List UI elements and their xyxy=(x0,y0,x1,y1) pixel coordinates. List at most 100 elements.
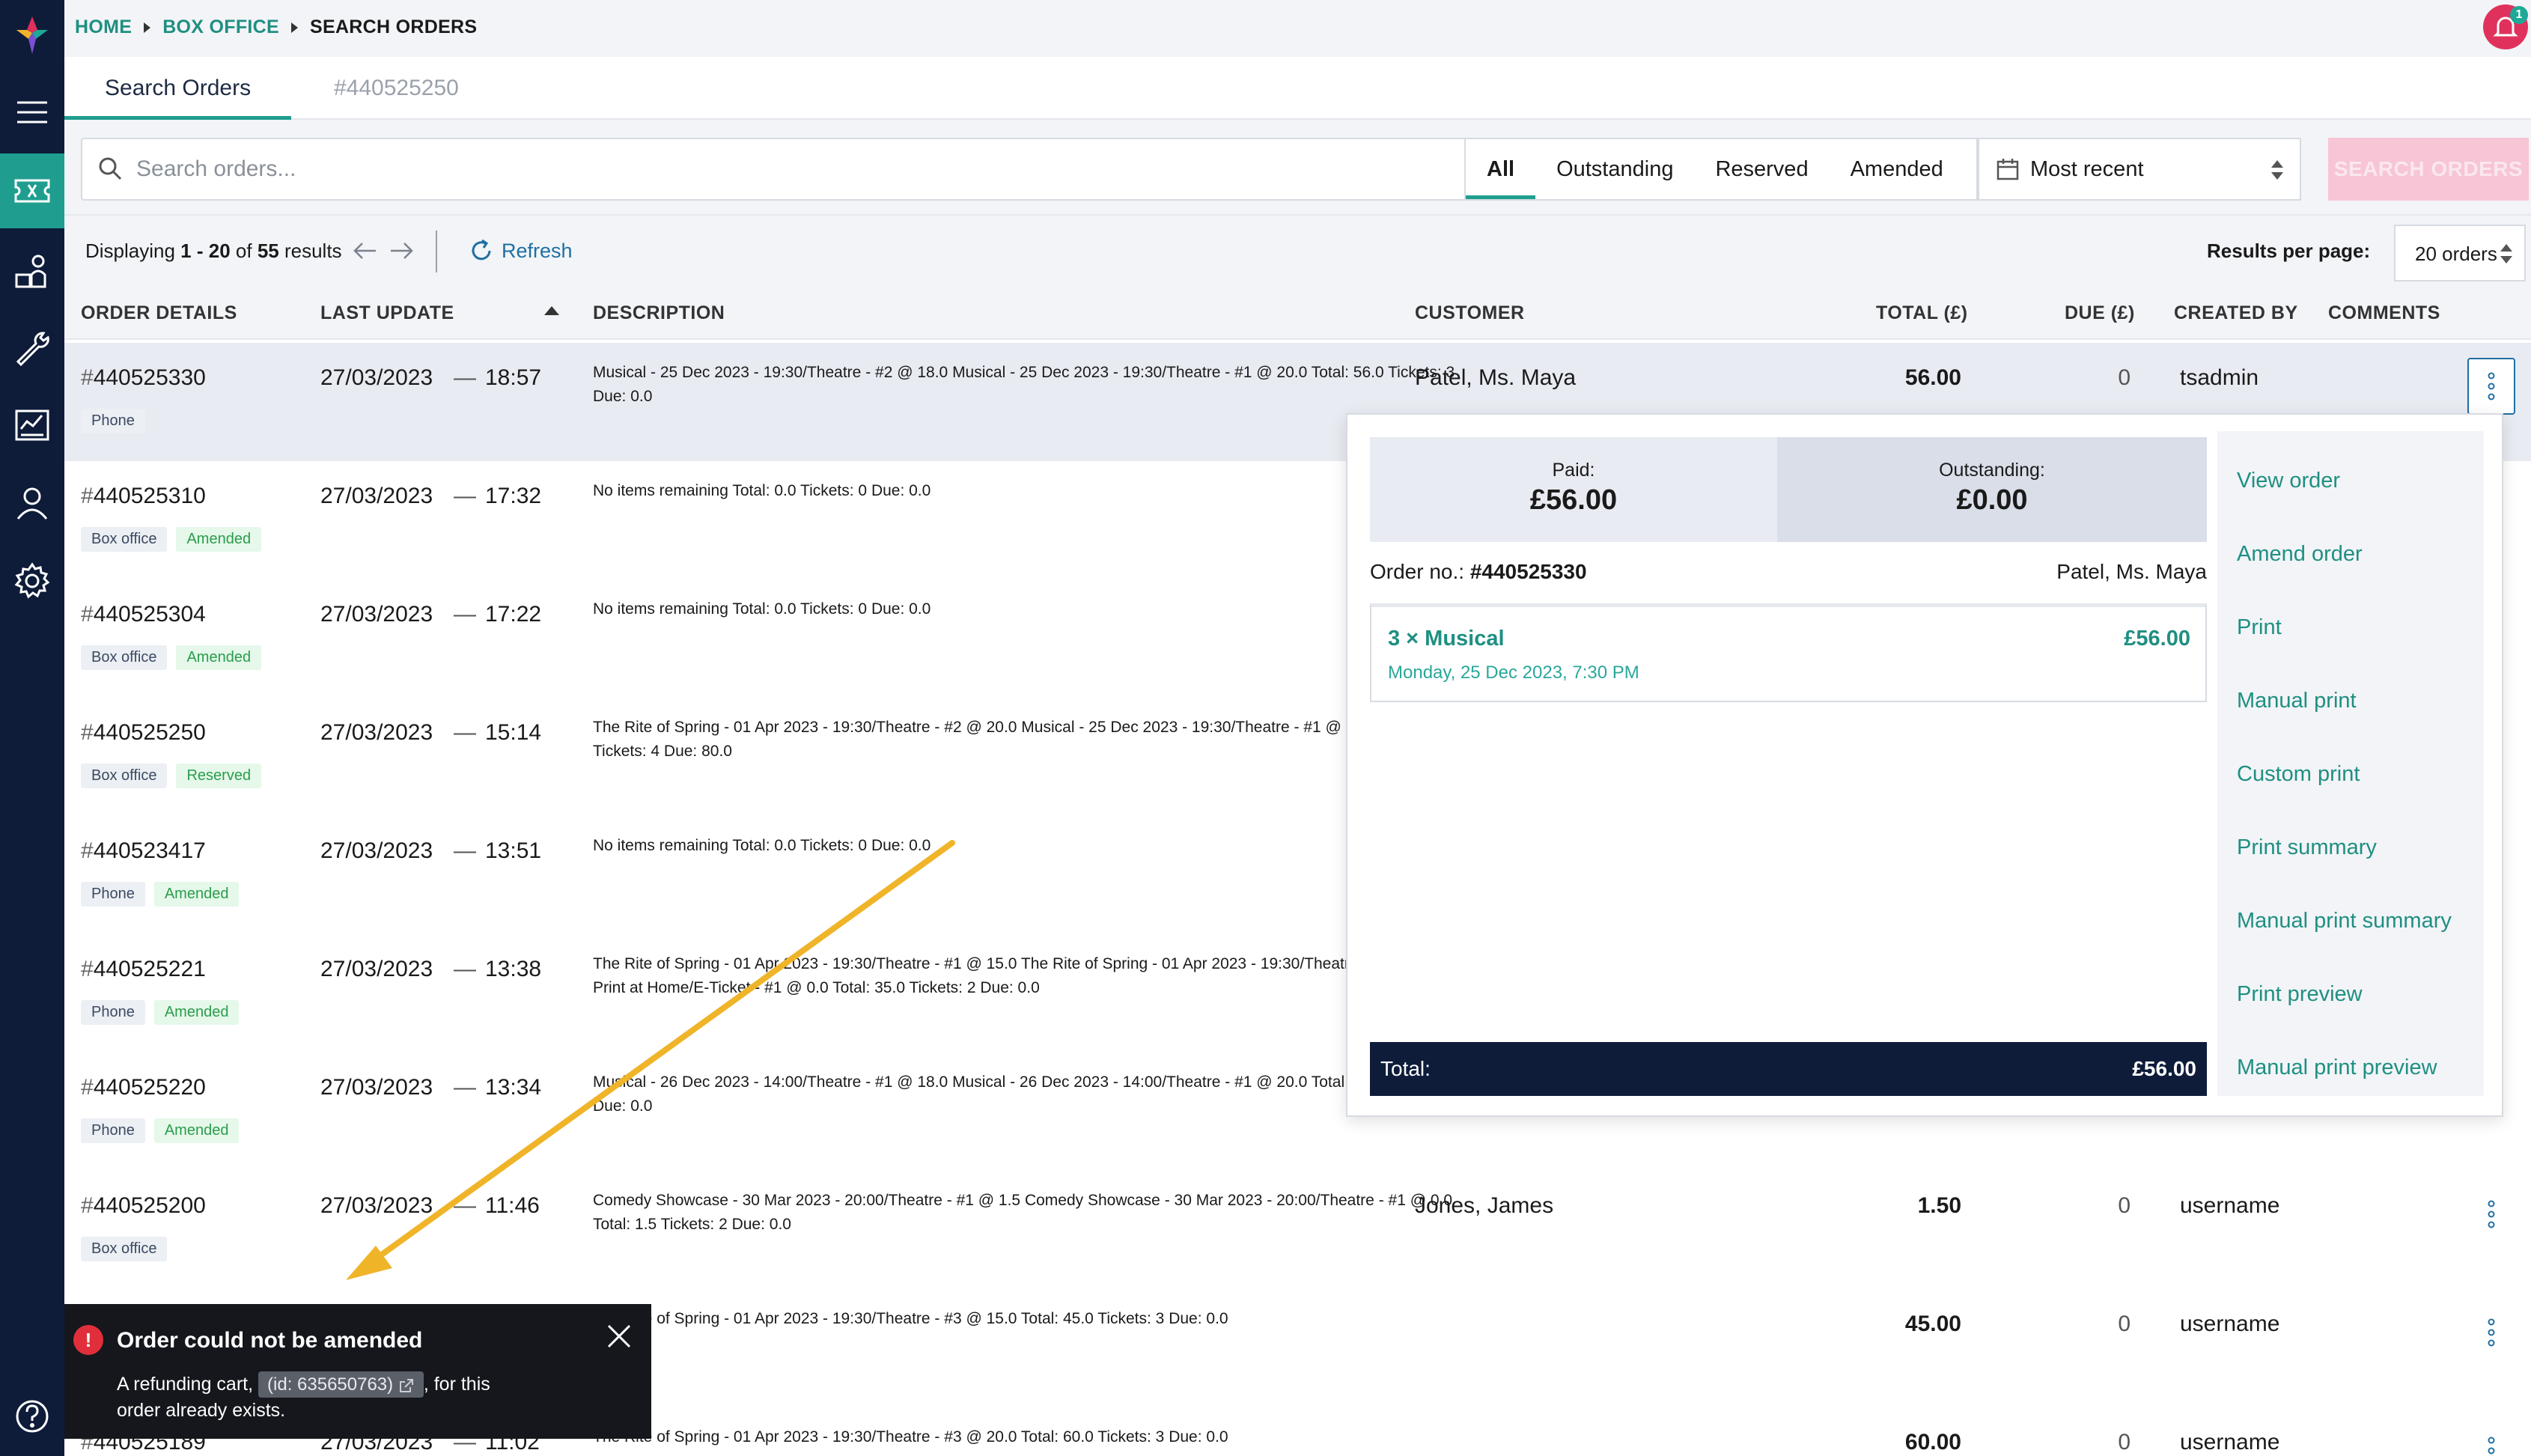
order-due: 0 xyxy=(2118,1312,2131,1336)
order-date: 27/03/2023 xyxy=(320,1075,433,1100)
tab-order-440525250[interactable]: #440525250 xyxy=(293,57,499,120)
select-arrows-icon xyxy=(2271,160,2283,180)
row-actions-kebab-icon[interactable] xyxy=(2467,1304,2515,1361)
outstanding-label: Outstanding: xyxy=(1939,460,2045,481)
order-tags: Phone xyxy=(81,409,145,433)
order-tags: Box office xyxy=(81,1237,168,1261)
action-custom-print[interactable]: Custom print xyxy=(2237,762,2360,787)
action-manual-print-summary[interactable]: Manual print summary xyxy=(2237,909,2452,933)
toast-message: A refunding cart, (id: 635650763) , for … xyxy=(117,1371,536,1424)
order-tags: Box office Amended xyxy=(81,645,262,670)
order-id[interactable]: #440525220 xyxy=(81,1075,206,1100)
item-date: Monday, 25 Dec 2023, 7:30 PM xyxy=(1388,662,1639,683)
next-page-icon[interactable] xyxy=(388,240,415,268)
row-actions-kebab-icon[interactable] xyxy=(2467,358,2515,415)
refresh-button[interactable]: Refresh xyxy=(469,238,573,264)
breadcrumb-box-office[interactable]: BOX OFFICE xyxy=(162,16,279,38)
order-id[interactable]: #440525221 xyxy=(81,957,206,982)
order-id-value: 440525304 xyxy=(93,602,206,627)
column-due[interactable]: DUE (£) xyxy=(2065,302,2135,324)
order-time: 17:22 xyxy=(485,602,542,627)
filter-reserved[interactable]: Reserved xyxy=(1694,139,1829,199)
row-actions-kebab-icon[interactable] xyxy=(2467,1422,2515,1456)
order-date: 27/03/2023 xyxy=(320,720,433,745)
order-id-value: 440525330 xyxy=(93,365,206,390)
column-comments[interactable]: COMMENTS xyxy=(2328,302,2440,324)
action-manual-print-preview[interactable]: Manual print preview xyxy=(2237,1056,2437,1080)
order-time: 13:38 xyxy=(485,957,542,981)
action-print-summary[interactable]: Print summary xyxy=(2237,835,2377,860)
order-created-by: username xyxy=(2180,1430,2280,1455)
order-description: No items remaining Total: 0.0 Tickets: 0… xyxy=(593,837,931,854)
order-description: Musical - 26 Dec 2023 - 14:00/Theatre - … xyxy=(593,1073,1455,1115)
tools-wrench-icon[interactable] xyxy=(0,310,64,385)
results-prefix: Displaying xyxy=(85,240,181,262)
action-print-preview[interactable]: Print preview xyxy=(2237,982,2363,1007)
close-icon[interactable] xyxy=(606,1324,632,1353)
filter-amended[interactable]: Amended xyxy=(1830,139,1964,199)
order-actions-menu: View order Amend order Print Manual prin… xyxy=(2217,431,2484,1096)
results-suffix: results xyxy=(278,240,342,262)
order-due: 0 xyxy=(2118,365,2131,390)
order-created-by: username xyxy=(2180,1312,2280,1336)
reports-icon[interactable] xyxy=(0,388,64,463)
search-orders-button[interactable]: SEARCH ORDERS xyxy=(2328,138,2529,201)
action-amend-order[interactable]: Amend order xyxy=(2237,542,2363,567)
cart-id-link[interactable]: (id: 635650763) xyxy=(258,1371,424,1398)
column-order-details[interactable]: ORDER DETAILS xyxy=(81,302,237,324)
user-icon[interactable] xyxy=(0,466,64,540)
order-tags: Phone Amended xyxy=(81,1000,240,1025)
order-total: 56.00 xyxy=(1904,365,1961,390)
order-customer: Patel, Ms. Maya xyxy=(1415,365,1577,390)
results-per-page-select[interactable]: 20 orders xyxy=(2394,225,2526,281)
column-customer[interactable]: CUSTOMER xyxy=(1415,302,1525,324)
order-id[interactable]: #440523417 xyxy=(81,838,206,864)
order-id[interactable]: #440525200 xyxy=(81,1193,206,1219)
action-manual-print[interactable]: Manual print xyxy=(2237,689,2357,713)
search-input[interactable] xyxy=(136,139,1484,199)
menu-icon[interactable] xyxy=(0,75,64,150)
order-id[interactable]: #440525310 xyxy=(81,484,206,509)
order-time: 13:34 xyxy=(485,1075,542,1100)
order-description: The Rite of Spring - 01 Apr 2023 - 19:30… xyxy=(593,1428,1228,1446)
patrons-icon[interactable] xyxy=(0,234,64,308)
column-created-by[interactable]: CREATED BY xyxy=(2174,302,2298,324)
row-actions-kebab-icon[interactable] xyxy=(2467,1186,2515,1243)
breadcrumb-separator-icon xyxy=(291,22,298,33)
paid-value: £56.00 xyxy=(1529,484,1618,516)
breadcrumb-home[interactable]: HOME xyxy=(75,16,132,38)
order-description: Comedy Showcase - 30 Mar 2023 - 20:00/Th… xyxy=(593,1192,1453,1233)
error-icon: ! xyxy=(73,1325,103,1355)
source-badge: Phone xyxy=(81,1118,145,1143)
previous-page-icon[interactable] xyxy=(352,240,379,268)
order-id[interactable]: #440525330 xyxy=(81,365,206,391)
outstanding-value: £0.00 xyxy=(1956,484,2028,516)
app-logo-icon[interactable] xyxy=(10,13,54,57)
notifications-bell-icon[interactable]: 1 xyxy=(2483,4,2528,49)
action-view-order[interactable]: View order xyxy=(2237,469,2340,493)
column-description[interactable]: DESCRIPTION xyxy=(593,302,725,324)
action-print[interactable]: Print xyxy=(2237,615,2282,640)
table-row[interactable]: #440525200 Box office 27/03/2023 — 11:46 Come… xyxy=(64,1171,2531,1289)
search-box xyxy=(81,138,1529,201)
results-summary: Displaying 1 - 20 of 55 results xyxy=(85,240,342,263)
tab-search-orders[interactable]: Search Orders xyxy=(64,57,292,120)
filter-outstanding[interactable]: Outstanding xyxy=(1535,139,1694,199)
sort-select[interactable]: Most recent xyxy=(1978,138,2301,201)
order-id-value: 440525200 xyxy=(93,1193,206,1218)
help-icon[interactable] xyxy=(0,1379,64,1454)
order-id[interactable]: #440525304 xyxy=(81,602,206,627)
box-office-ticket-icon[interactable] xyxy=(0,153,64,228)
settings-gear-icon[interactable] xyxy=(0,543,64,618)
status-badge: Amended xyxy=(153,1000,240,1025)
sort-ascending-icon[interactable] xyxy=(543,305,560,316)
column-total[interactable]: TOTAL (£) xyxy=(1876,302,1968,324)
toast-title: Order could not be amended xyxy=(117,1328,423,1353)
filter-all[interactable]: All xyxy=(1466,139,1536,199)
order-hash: # xyxy=(81,838,94,863)
order-time: 18:57 xyxy=(485,365,542,390)
order-total: 45.00 xyxy=(1904,1312,1961,1336)
item-price: £56.00 xyxy=(2124,627,2190,651)
order-id[interactable]: #440525250 xyxy=(81,720,206,746)
column-last-update[interactable]: LAST UPDATE xyxy=(320,302,454,324)
